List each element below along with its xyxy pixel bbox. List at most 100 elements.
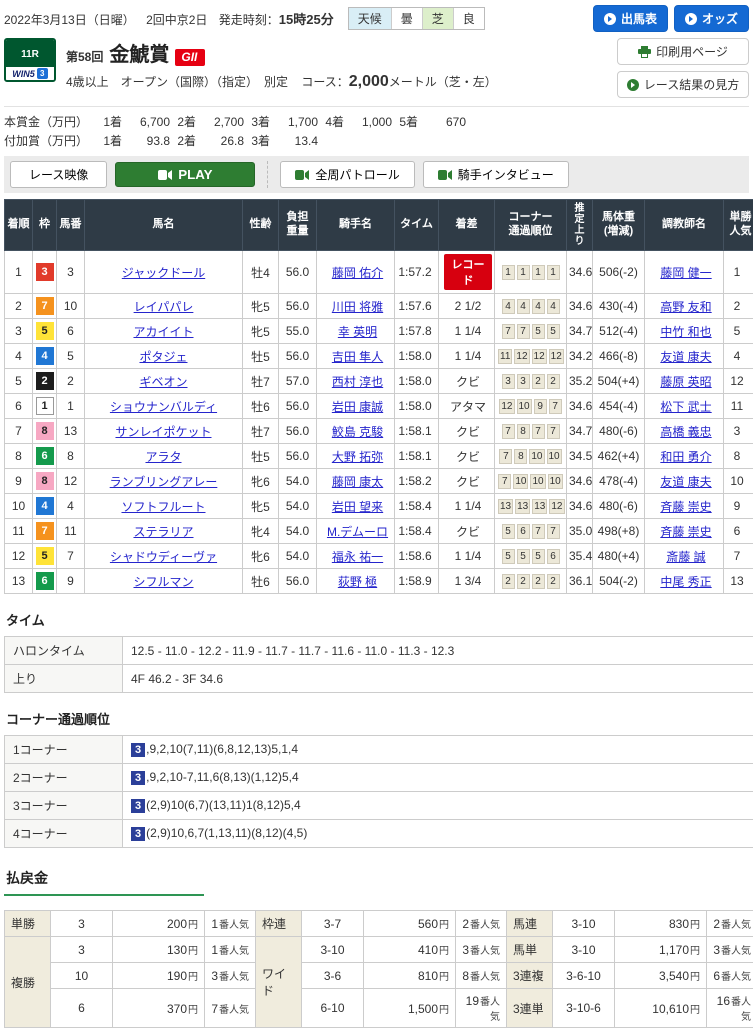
payout-row: 6370円7番人気6-101,500円19番人気3連単3-10-610,610円… [5, 989, 753, 1028]
jockey-cell: 岩田 望来 [317, 494, 395, 519]
horse-name-link[interactable]: ジャックドール [122, 266, 205, 280]
carried-weight: 54.0 [279, 544, 317, 569]
payout-amount: 560円 [364, 911, 456, 937]
horse-name-link[interactable]: レイパパレ [134, 300, 194, 314]
horse-name-link[interactable]: ソフトフルート [121, 500, 205, 514]
jockey-link[interactable]: 岩田 康誠 [332, 400, 383, 414]
prize-value: 13.4 [274, 131, 318, 150]
trainer-cell: 友道 康夫 [645, 344, 724, 369]
prize-money: 本賞金（万円） 1着6,700 2着2,700 3着1,700 4着1,000 … [4, 106, 749, 156]
horse-name-link[interactable]: サンレイポケット [115, 425, 211, 439]
payout-label: 3連複 [507, 963, 553, 989]
trainer-link[interactable]: 和田 勇介 [660, 450, 711, 464]
horse-name-link[interactable]: ステラリア [133, 525, 193, 539]
corner-positions: 7877 [495, 419, 567, 444]
trainer-link[interactable]: 斎藤 誠 [666, 550, 705, 564]
corner-position-box: 5 [517, 549, 530, 564]
corner-position-box: 5 [502, 549, 515, 564]
result-row: 356アカイイト牝555.0幸 英明1:57.81 1/4775534.7512… [5, 319, 753, 344]
frame-cell: 6 [33, 444, 57, 469]
payout-combo: 3-10 [302, 937, 364, 963]
trainer-link[interactable]: 藤原 英昭 [660, 375, 711, 389]
payout-unit: 円 [439, 920, 449, 931]
trainer-link[interactable]: 斉藤 崇史 [660, 500, 711, 514]
jockey-cell: 川田 将雅 [317, 294, 395, 319]
corner-position-box: 5 [532, 324, 545, 339]
sex-age: 牡4 [243, 251, 279, 294]
jockey-link[interactable]: 岩田 望来 [332, 500, 383, 514]
finish-time: 1:57.6 [395, 294, 439, 319]
frame-badge: 8 [36, 472, 54, 490]
trainer-link[interactable]: 松下 武士 [660, 400, 711, 414]
entry-table-button[interactable]: 出馬表 [593, 5, 668, 32]
corner-position-box: 10 [548, 474, 563, 489]
jockey-link[interactable]: 福永 祐一 [332, 550, 383, 564]
trainer-link[interactable]: 藤岡 健一 [660, 266, 711, 280]
finish-position: 5 [5, 369, 33, 394]
payout-unit: 円 [188, 972, 198, 983]
bonus-prize-row: 付加賞（万円） 1着93.8 2着26.8 3着13.4 [4, 131, 466, 150]
horse-number: 8 [57, 444, 85, 469]
trainer-link[interactable]: 高橋 義忠 [660, 425, 711, 439]
horse-name-link[interactable]: ショウナンバルディ [110, 400, 217, 414]
trainer-link[interactable]: 友道 康夫 [660, 475, 711, 489]
frame-badge: 3 [36, 263, 54, 281]
payout-table-body: 単勝3200円1番人気枠連3-7560円2番人気馬連3-10830円2番人気複勝… [5, 911, 753, 1028]
sex-age: 牡7 [243, 369, 279, 394]
horse-name-link[interactable]: ポタジェ [139, 350, 187, 364]
race-video-button[interactable]: レース映像 [10, 161, 107, 188]
result-guide-button[interactable]: レース結果の見方 [617, 71, 749, 98]
corner-position-box: 4 [547, 299, 560, 314]
patrol-video-button[interactable]: 全周パトロール [280, 161, 414, 188]
jockey-link[interactable]: 荻野 極 [338, 575, 377, 589]
jockey-link[interactable]: 幸 英明 [338, 325, 377, 339]
arrow-circle-icon [627, 79, 639, 91]
jockey-link[interactable]: 川田 将雅 [332, 300, 383, 314]
finish-time: 1:58.0 [395, 394, 439, 419]
horse-name-link[interactable]: ランブリングアレー [110, 475, 218, 489]
trainer-link[interactable]: 高野 友和 [660, 300, 711, 314]
horse-number: 13 [57, 419, 85, 444]
carried-weight: 56.0 [279, 251, 317, 294]
payout-label: 複勝 [5, 937, 51, 1028]
jockey-link[interactable]: 藤岡 佑介 [332, 266, 383, 280]
jockey-link[interactable]: 吉田 隼人 [332, 350, 383, 364]
trainer-cell: 中尾 秀正 [645, 569, 724, 594]
trainer-link[interactable]: 斉藤 崇史 [660, 525, 711, 539]
jockey-cell: 鮫島 克駿 [317, 419, 395, 444]
estimated-last3f: 34.6 [567, 469, 593, 494]
horse-name-link[interactable]: アラタ [145, 450, 181, 464]
print-page-button[interactable]: 印刷用ページ [617, 38, 749, 65]
payout-unit: 円 [439, 1005, 449, 1016]
trainer-link[interactable]: 友道 康夫 [660, 350, 711, 364]
horse-name-link[interactable]: アカイイト [133, 325, 193, 339]
payout-combo: 3-7 [302, 911, 364, 937]
carried-weight: 54.0 [279, 519, 317, 544]
jockey-link[interactable]: 藤岡 康太 [332, 475, 383, 489]
jockey-interview-button[interactable]: 騎手インタビュー [423, 161, 569, 188]
frame-badge: 8 [36, 422, 54, 440]
horse-name-link[interactable]: ギベオン [139, 375, 187, 389]
estimated-last3f: 36.1 [567, 569, 593, 594]
horse-name-cell: ギベオン [85, 369, 243, 394]
payout-amount: 810円 [364, 963, 456, 989]
payout-fav: 3番人気 [456, 937, 507, 963]
payout-fav: 8番人気 [456, 963, 507, 989]
horse-name-link[interactable]: シャドウディーヴァ [110, 550, 217, 564]
play-button[interactable]: PLAY [115, 162, 255, 187]
jockey-link[interactable]: 鮫島 克駿 [332, 425, 383, 439]
jockey-link[interactable]: 大野 拓弥 [332, 450, 383, 464]
body-weight: 478(-4) [593, 469, 645, 494]
trainer-link[interactable]: 中尾 秀正 [660, 575, 711, 589]
payout-unit: 円 [188, 1005, 198, 1016]
trainer-link[interactable]: 中竹 和也 [660, 325, 711, 339]
corner-position-box: 13 [498, 499, 513, 514]
win-favorite: 2 [724, 294, 753, 319]
jockey-link[interactable]: M.デムーロ [327, 525, 388, 539]
jockey-link[interactable]: 西村 淳也 [332, 375, 383, 389]
corner-position-box: 6 [547, 549, 560, 564]
win-favorite: 10 [724, 469, 753, 494]
odds-button[interactable]: オッズ [674, 5, 749, 32]
frame-cell: 6 [33, 569, 57, 594]
horse-name-link[interactable]: シフルマン [133, 575, 193, 589]
